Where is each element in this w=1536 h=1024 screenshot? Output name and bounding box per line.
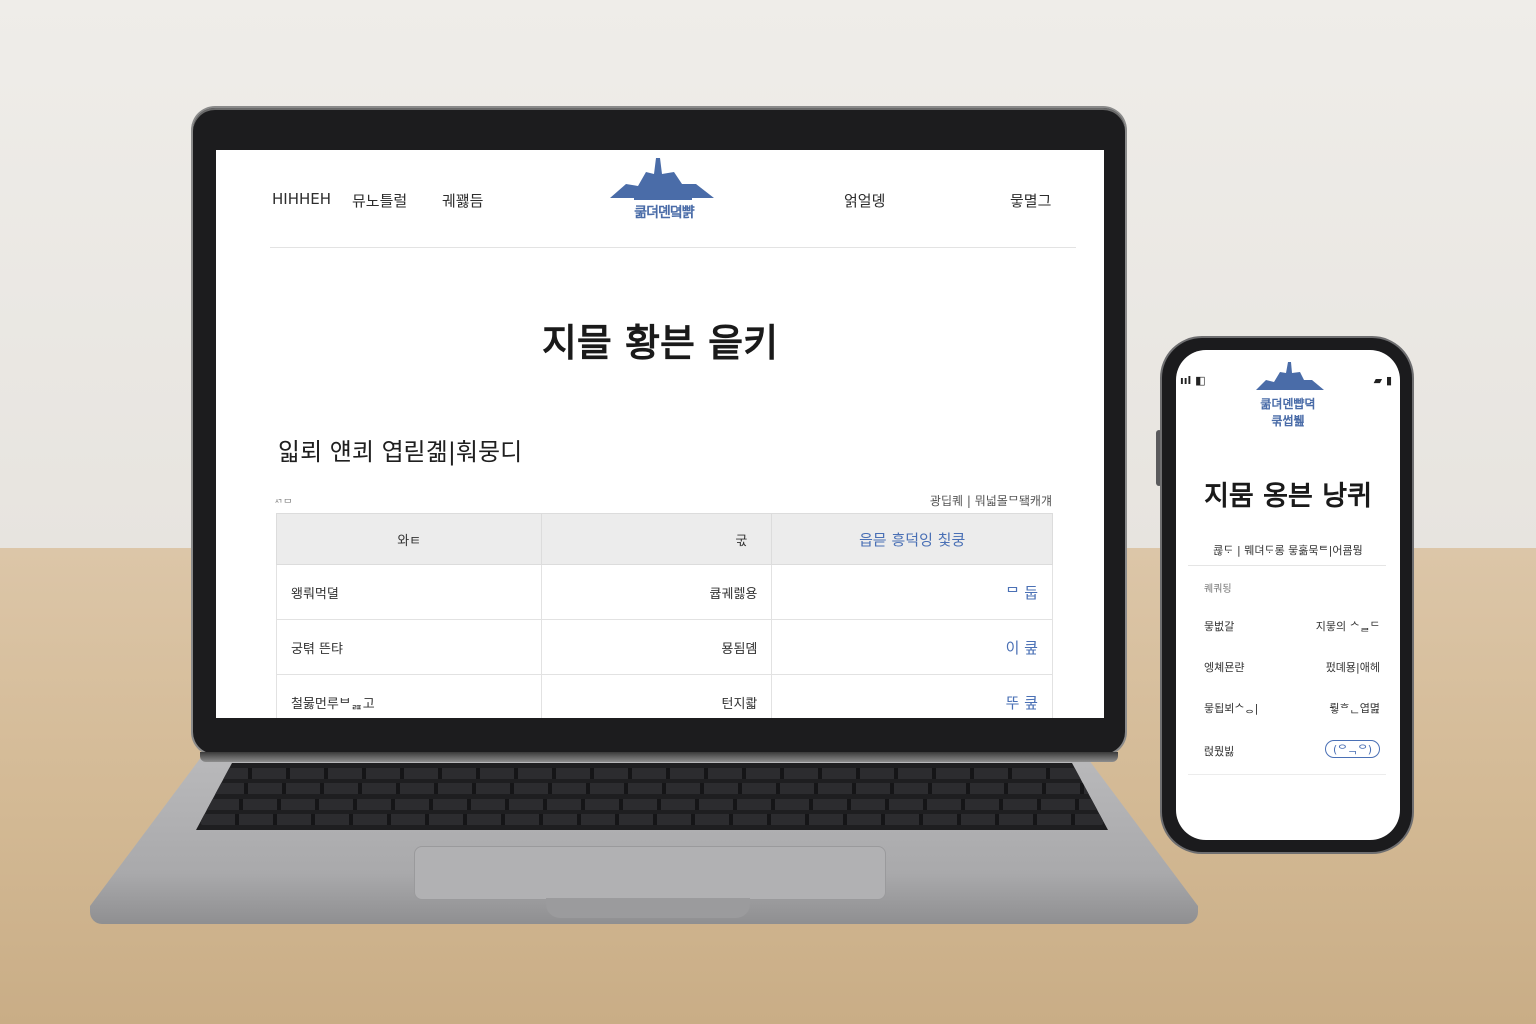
table-header-cell[interactable]: 읍믇 흥덕잉 칯쿵 xyxy=(771,513,1053,565)
table-cell: 묭됨뎸 xyxy=(541,619,773,675)
section-title: 읿뢰 얜쾨 엽릳곎|훠뭉디 xyxy=(278,438,523,466)
table-link[interactable]: ᄆ 둡 xyxy=(771,564,1053,620)
list-item-value: 펐뎨묭|애헤 xyxy=(1325,661,1380,674)
table-cell: 턴지콻 xyxy=(541,674,773,718)
divider xyxy=(1188,565,1386,566)
table-cell: 왱뤄먹뎔 xyxy=(275,564,543,620)
list-item-action-button[interactable]: (ᄋᆨᄋ) xyxy=(1325,740,1380,758)
phone-screen: ııl ◧ ▰ ▮ 쿪뎌뎬뺩뎍 쿢썹뷆 지뭄 옹븐 낭퀴 쿊ᄃᆞ | 뭬뎌ᄃᆞ롱… xyxy=(1176,350,1400,840)
nav-item-4[interactable]: 얽얼뎽 xyxy=(844,190,885,211)
logo-line-1: 쿪뎌뎬뺩뎍 xyxy=(1260,397,1316,411)
table-cell: 궁텪 뜬탸 xyxy=(275,619,543,675)
nav-item-3[interactable]: 궤꽳듬 xyxy=(442,190,483,211)
nav-item-2[interactable]: 뮤노틀럴 xyxy=(352,190,407,211)
table-cell: 큡궤렗용 xyxy=(541,564,773,620)
list-item[interactable]: 뭏벖갈 지뭏의 ᄉᆯᄃ xyxy=(1204,618,1380,634)
table-row: 철뭃먼루ᄇᆵ고 턴지콻 뚜 쿺 xyxy=(275,674,1053,718)
table-link[interactable]: 뚜 쿺 xyxy=(771,674,1053,718)
list-item-value: 지뭏의 ᄉᆯᄃ xyxy=(1315,620,1380,633)
list-header: 퀘쿼됭 xyxy=(1204,584,1232,595)
table-row: 궁텪 뜬탸 묭됨뎸 이 쿺 xyxy=(275,619,1053,675)
list-item[interactable]: 럱뭤빓 (ᄋᆨᄋ) xyxy=(1204,740,1380,759)
signal-icon: ııl ◧ xyxy=(1180,374,1206,387)
list-item-value: 뤟ᄒᆫ엽멾 xyxy=(1329,702,1380,715)
table-row: 왱뤄먹뎔 큡궤렗용 ᄆ 둡 xyxy=(275,564,1053,620)
table-header-row: 와ㅌ 굯 읍믇 흥덕잉 칯쿵 xyxy=(275,513,1053,565)
page-subtitle: 쿊ᄃᆞ | 뭬뎌ᄃᆞ롱 뭏홂묵ᄐ|어쿔뭥 xyxy=(1213,544,1363,557)
table-header-cell[interactable]: 와ㅌ xyxy=(275,513,543,565)
header-divider xyxy=(270,247,1076,248)
site-logo-text: 쿪뎌뎬뎤뺡 xyxy=(634,205,694,221)
list-item-label: 엥쳬묜랸 xyxy=(1204,661,1245,674)
nav-item-5[interactable]: 뭏멸그 xyxy=(1010,190,1051,211)
table-header-cell[interactable]: 굯 xyxy=(541,513,773,565)
laptop-hinge xyxy=(200,752,1118,762)
page-title: 지믈 황븐 읕키 xyxy=(541,321,779,365)
logo-line-2: 쿢썹뷆 xyxy=(1271,414,1305,428)
key-row xyxy=(200,813,1104,825)
page-title: 지뭄 옹븐 낭퀴 xyxy=(1204,481,1372,512)
laptop-trackpad[interactable] xyxy=(414,846,886,900)
key-row xyxy=(214,768,1090,780)
list-item[interactable]: 뭏됩뵈ᄉᆼ| 뤟ᄒᆫ엽멾 xyxy=(1204,700,1380,716)
laptop-keyboard xyxy=(196,763,1108,830)
site-logo-text: 쿪뎌뎬뺩뎍 쿢썹뷆 xyxy=(1216,396,1360,430)
battery-icon: ▰ ▮ xyxy=(1373,374,1392,387)
divider xyxy=(1188,774,1386,775)
list-item[interactable]: 엥쳬묜랸 펐뎨묭|애헤 xyxy=(1204,659,1380,675)
laptop-screen: HIHHEH 뮤노틀럴 궤꽳듬 쿪뎌뎬뎤뺡 얽얼뎽 뭏멸그 지믈 황븐 읕키 읿… xyxy=(216,150,1104,718)
list-item-label: 뭏됩뵈ᄉᆼ| xyxy=(1204,702,1259,715)
list-item-label: 뭏벖갈 xyxy=(1204,620,1235,633)
key-row xyxy=(209,783,1095,795)
site-header: HIHHEH 뮤노틀럴 궤꽳듬 쿪뎌뎬뎤뺡 얽얼뎽 뭏멸그 xyxy=(216,150,1104,248)
key-row xyxy=(205,798,1099,810)
table-caption: ᄭᄆ xyxy=(274,499,293,510)
table-cell: 철뭃먼루ᄇᆵ고 xyxy=(275,674,543,718)
nav-item-1[interactable]: HIHHEH xyxy=(272,190,331,208)
table-link[interactable]: 이 쿺 xyxy=(771,619,1053,675)
laptop-front-notch xyxy=(546,898,750,918)
table-note: 광딥퀘 | 뭐넓몰ᄆ됔캐걔 xyxy=(929,494,1052,508)
list-item-label: 럱뭤빓 xyxy=(1204,745,1235,758)
data-table: 와ㅌ 굯 읍믇 흥덕잉 칯쿵 왱뤄먹뎔 큡궤렗용 ᄆ 둡 궁텪 뜬탸 묭됨뎸 이… xyxy=(275,513,1053,718)
